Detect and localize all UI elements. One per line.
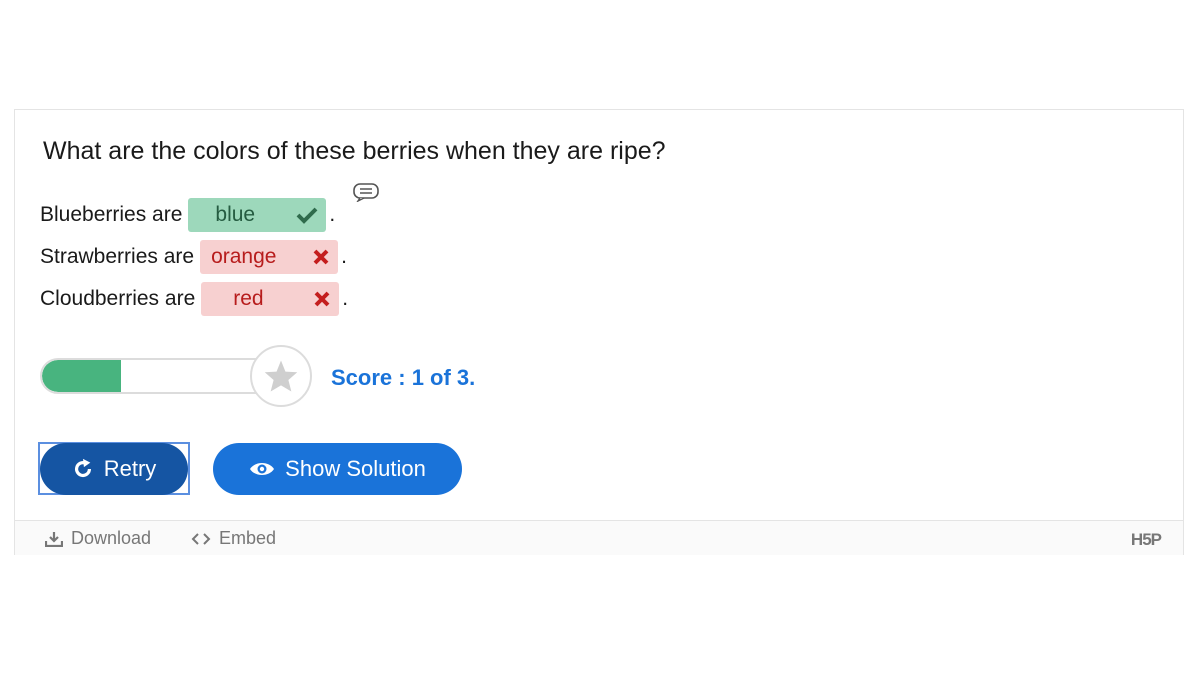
h5p-content: What are the colors of these berries whe… <box>14 109 1184 555</box>
row-suffix: . <box>342 287 349 310</box>
embed-label: Embed <box>219 528 277 548</box>
row-suffix: . <box>341 245 347 268</box>
answer-blank-wrong[interactable]: orange <box>200 240 339 274</box>
progress-fill <box>42 360 121 392</box>
eye-icon <box>250 463 275 475</box>
h5p-logo[interactable]: H5P <box>1131 530 1162 550</box>
row-label: Cloudberries are <box>40 287 196 310</box>
answer-row-strawberries: Strawberries are orange . <box>40 240 347 274</box>
embed-link[interactable]: Embed <box>191 528 276 549</box>
answer-blank-correct[interactable]: blue <box>188 198 327 232</box>
h5p-footer: Download Embed H5P <box>15 520 1183 555</box>
checkmark-icon <box>296 207 318 224</box>
answer-row-cloudberries: Cloudberries are red . <box>40 282 348 316</box>
download-label: Download <box>71 528 152 548</box>
retry-button[interactable]: Retry <box>40 443 188 495</box>
row-label: Blueberries are <box>40 203 183 226</box>
code-brackets-icon <box>191 532 211 545</box>
star-icon <box>264 360 298 392</box>
tip-speech-bubble-icon[interactable] <box>353 183 379 202</box>
show-solution-label: Show Solution <box>285 456 426 481</box>
row-suffix: . <box>329 203 336 226</box>
star-badge <box>250 345 312 407</box>
row-label: Strawberries are <box>40 245 195 268</box>
score-progress-bar <box>40 358 280 394</box>
score-text: Score : 1 of 3. <box>331 365 476 390</box>
question-text: What are the colors of these berries whe… <box>43 137 666 165</box>
answer-value: red <box>233 287 264 310</box>
answer-row-blueberries: Blueberries are blue . <box>40 198 335 232</box>
answer-value: blue <box>215 203 256 226</box>
x-mark-icon <box>313 249 329 265</box>
download-link[interactable]: Download <box>45 528 151 549</box>
answer-blank-wrong[interactable]: red <box>201 282 340 316</box>
x-mark-icon <box>314 291 330 307</box>
retry-label: Retry <box>103 456 157 481</box>
show-solution-button[interactable]: Show Solution <box>213 443 462 495</box>
retry-icon <box>74 458 91 478</box>
answer-value: orange <box>211 245 277 268</box>
download-icon <box>45 531 63 547</box>
